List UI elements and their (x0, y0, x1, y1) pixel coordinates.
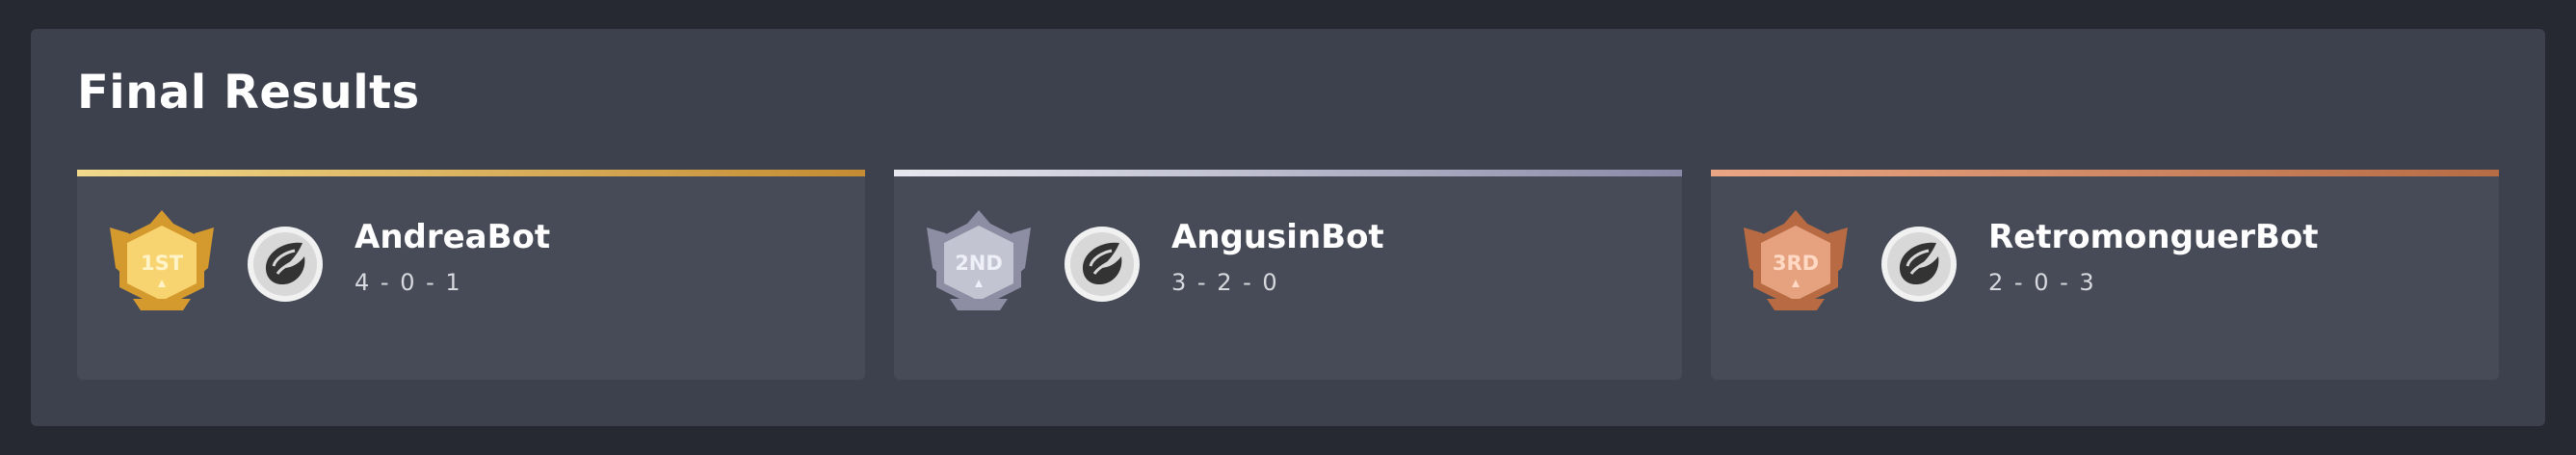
bot-record: 2 - 0 - 3 (1988, 269, 2096, 296)
third-place-accent-bar (1711, 170, 2499, 176)
result-card-second: 2ND AngusinBot 3 - 2 - 0 (894, 170, 1682, 380)
results-list: 1ST AndreaBot 4 - 0 - 1 2ND AngusinBot 3… (77, 170, 2499, 380)
bot-record: 4 - 0 - 1 (355, 269, 462, 296)
silver-medal-icon: 2ND (927, 210, 1031, 310)
first-place-accent-bar (77, 170, 865, 176)
bot-name: AngusinBot (1171, 218, 1384, 256)
medal-place-label: 2ND (955, 252, 1003, 275)
bot-name: AndreaBot (355, 218, 551, 256)
bot-name: RetromonguerBot (1988, 218, 2319, 256)
final-results-panel: Final Results 1ST AndreaBot 4 - 0 - 1 2N… (31, 29, 2545, 426)
bot-record: 3 - 2 - 0 (1171, 269, 1279, 296)
bot-avatar-icon (1065, 227, 1140, 302)
bronze-medal-icon: 3RD (1744, 210, 1848, 310)
result-card-third: 3RD RetromonguerBot 2 - 0 - 3 (1711, 170, 2499, 380)
second-place-accent-bar (894, 170, 1682, 176)
bot-avatar-icon (248, 227, 323, 302)
gold-medal-icon: 1ST (110, 210, 214, 310)
medal-place-label: 3RD (1773, 252, 1819, 275)
medal-place-label: 1ST (141, 252, 184, 275)
result-card-first: 1ST AndreaBot 4 - 0 - 1 (77, 170, 865, 380)
bot-avatar-icon (1881, 227, 1957, 302)
panel-title: Final Results (77, 66, 420, 120)
